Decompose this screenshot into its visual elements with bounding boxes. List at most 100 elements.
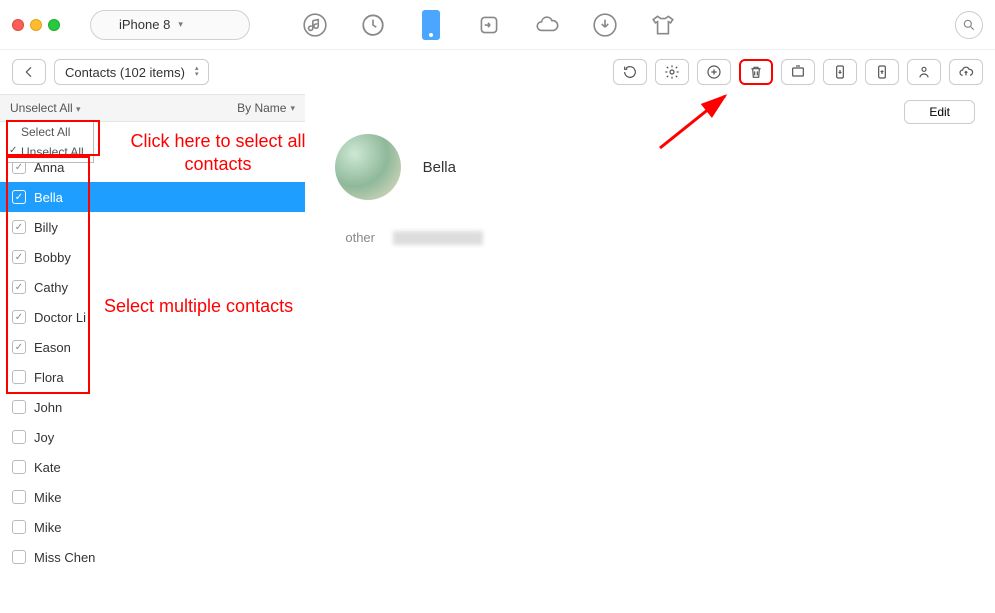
contact-checkbox[interactable] (12, 460, 26, 474)
contact-row-name: Flora (34, 370, 64, 385)
top-toolbar: iPhone 8 ▾ (0, 0, 995, 50)
person-icon (916, 64, 932, 80)
refresh-button[interactable] (613, 59, 647, 85)
contact-checkbox[interactable] (12, 370, 26, 384)
contact-row-name: Miss Chen (34, 550, 95, 565)
delete-button[interactable] (739, 59, 773, 85)
contact-row-name: Mike (34, 520, 61, 535)
export-button[interactable] (865, 59, 899, 85)
contact-checkbox[interactable] (12, 310, 26, 324)
device-selector[interactable]: iPhone 8 ▾ (90, 10, 250, 40)
import-icon (832, 64, 848, 80)
sidebar-wrapper: Unselect All ▾ By Name ▾ Select All Unse… (0, 94, 305, 613)
window-controls (12, 19, 60, 31)
search-icon (962, 18, 976, 32)
contact-checkbox[interactable] (12, 520, 26, 534)
contact-row[interactable]: Mike (0, 482, 305, 512)
contact-name: Bella (423, 159, 456, 176)
contact-checkbox[interactable] (12, 400, 26, 414)
plus-circle-icon (706, 64, 722, 80)
caret-down-icon: ▾ (76, 104, 81, 114)
minimize-window-button[interactable] (30, 19, 42, 31)
to-ios-icon[interactable] (474, 10, 504, 40)
chevron-left-icon (21, 64, 37, 80)
settings-button[interactable] (655, 59, 689, 85)
breadcrumb-label: Contacts (102 items) (65, 65, 185, 80)
menu-unselect-all[interactable]: Unselect All (7, 142, 93, 162)
category-icons (300, 10, 678, 40)
contact-row-name: Mike (34, 490, 61, 505)
cloud-upload-button[interactable] (949, 59, 983, 85)
search-button[interactable] (955, 11, 983, 39)
breadcrumb[interactable]: Contacts (102 items) ▴▾ (54, 59, 209, 85)
close-window-button[interactable] (12, 19, 24, 31)
contact-row[interactable]: Doctor Li (0, 302, 305, 332)
device-icon[interactable] (416, 10, 446, 40)
selection-dropdown[interactable]: Unselect All ▾ (10, 101, 81, 115)
tshirt-icon[interactable] (648, 10, 678, 40)
field-value-redacted (393, 231, 483, 245)
contact-checkbox[interactable] (12, 490, 26, 504)
refresh-icon (622, 64, 638, 80)
contact-row[interactable]: Miss Chen (0, 542, 305, 572)
contact-row[interactable]: Bobby (0, 242, 305, 272)
contact-checkbox[interactable] (12, 430, 26, 444)
cloud-icon[interactable] (532, 10, 562, 40)
caret-down-icon: ▾ (290, 103, 295, 114)
contact-row-name: Eason (34, 340, 71, 355)
contact-row-name: Kate (34, 460, 61, 475)
contact-row-name: Doctor Li (34, 310, 86, 325)
stepper-icon: ▴▾ (195, 66, 199, 78)
contact-checkbox[interactable] (12, 340, 26, 354)
contact-checkbox[interactable] (12, 250, 26, 264)
contact-field-row: other (335, 230, 965, 245)
contact-row[interactable]: Flora (0, 362, 305, 392)
contact-row[interactable]: Eason (0, 332, 305, 362)
contact-avatar (335, 134, 401, 200)
music-icon[interactable] (300, 10, 330, 40)
download-icon[interactable] (590, 10, 620, 40)
import-button[interactable] (823, 59, 857, 85)
contact-row[interactable]: Billy (0, 212, 305, 242)
action-bar (613, 59, 983, 85)
contact-row[interactable]: John (0, 392, 305, 422)
gear-icon (664, 64, 680, 80)
contact-row-name: Bobby (34, 250, 71, 265)
contact-row[interactable]: Mike (0, 512, 305, 542)
edit-button[interactable]: Edit (904, 100, 975, 124)
cloud-upload-icon (958, 64, 974, 80)
contact-row[interactable]: Cathy (0, 272, 305, 302)
contact-list[interactable]: AnnAnnaBellaBillyBobbyCathyDoctor LiEaso… (0, 122, 305, 572)
contact-row[interactable]: Bella (0, 182, 305, 212)
maximize-window-button[interactable] (48, 19, 60, 31)
history-icon[interactable] (358, 10, 388, 40)
menu-select-all[interactable]: Select All (7, 122, 93, 142)
to-device-button[interactable] (781, 59, 815, 85)
contact-detail: Edit Bella other (305, 94, 995, 613)
merge-button[interactable] (907, 59, 941, 85)
chevron-down-icon: ▾ (178, 19, 183, 30)
device-name: iPhone 8 (119, 17, 170, 32)
navigation-bar: Contacts (102 items) ▴▾ (0, 50, 995, 94)
contact-row[interactable]: Kate (0, 452, 305, 482)
contact-row-name: Billy (34, 220, 58, 235)
main-content: Unselect All ▾ By Name ▾ Select All Unse… (0, 94, 995, 613)
contact-row-name: John (34, 400, 62, 415)
contact-row-name: Bella (34, 190, 63, 205)
contact-checkbox[interactable] (12, 220, 26, 234)
back-button[interactable] (12, 59, 46, 85)
contact-row[interactable]: Joy (0, 422, 305, 452)
add-button[interactable] (697, 59, 731, 85)
contact-row-name: Cathy (34, 280, 68, 295)
filter-bar: Unselect All ▾ By Name ▾ Select All Unse… (0, 94, 305, 122)
to-device-icon (790, 64, 806, 80)
sort-dropdown[interactable]: By Name ▾ (237, 101, 295, 115)
field-label: other (335, 230, 375, 245)
contact-checkbox[interactable] (12, 190, 26, 204)
contact-row-name: Joy (34, 430, 54, 445)
contact-checkbox[interactable] (12, 280, 26, 294)
export-icon (874, 64, 890, 80)
contact-checkbox[interactable] (12, 550, 26, 564)
selection-menu: Select All Unselect All (6, 121, 94, 163)
trash-icon (748, 64, 764, 80)
